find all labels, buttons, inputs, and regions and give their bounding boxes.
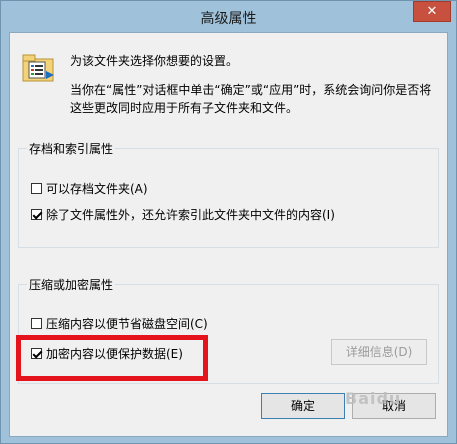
encrypt-checkbox-label: 加密内容以便保护数据(E) xyxy=(46,346,183,361)
index-checkbox-label: 除了文件属性外，还允许索引此文件夹中文件的内容(I) xyxy=(46,207,335,222)
encrypt-checkbox-row[interactable]: 加密内容以便保护数据(E) xyxy=(31,344,183,362)
advanced-attributes-dialog: 高级属性 ✕ 为该文件夹选择你想要的设置。 当你在“属性”对话框中单击“确定”或… xyxy=(0,0,457,444)
compress-checkbox-label: 压缩内容以便节省磁盘空间(C) xyxy=(46,316,208,331)
archive-checkbox[interactable] xyxy=(31,182,42,194)
compress-encrypt-group-title: 压缩或加密属性 xyxy=(27,276,116,293)
intro-line-1: 为该文件夹选择你想要的设置。 xyxy=(70,54,239,68)
close-button[interactable]: ✕ xyxy=(413,1,451,22)
folder-settings-icon xyxy=(22,54,54,82)
dialog-title: 高级属性 xyxy=(200,11,257,27)
intro-line-2: 当你在“属性”对话框中单击“确定”或“应用”时，系统会询问你是否将这些更改同时应… xyxy=(70,83,432,115)
compress-checkbox-row[interactable]: 压缩内容以便节省磁盘空间(C) xyxy=(31,314,208,332)
archive-index-group: 存档和索引属性 可以存档文件夹(A) 除了文件属性外，还允许索引此文件夹中文件的… xyxy=(18,140,439,248)
title-bar[interactable]: 高级属性 ✕ xyxy=(1,1,456,32)
archive-index-group-title: 存档和索引属性 xyxy=(27,140,116,157)
dialog-body: 为该文件夹选择你想要的设置。 当你在“属性”对话框中单击“确定”或“应用”时，系… xyxy=(9,32,448,437)
details-button[interactable]: 详细信息(D) xyxy=(331,339,427,365)
encrypt-checkbox[interactable] xyxy=(31,347,42,359)
index-checkbox-row[interactable]: 除了文件属性外，还允许索引此文件夹中文件的内容(I) xyxy=(31,205,335,223)
compress-checkbox[interactable] xyxy=(31,317,42,329)
compress-encrypt-group: 压缩或加密属性 压缩内容以便节省磁盘空间(C) 加密内容以便保护数据(E) 详细… xyxy=(18,276,439,384)
index-checkbox[interactable] xyxy=(31,208,42,220)
ok-button[interactable]: 确定 xyxy=(261,393,345,419)
archive-checkbox-row[interactable]: 可以存档文件夹(A) xyxy=(31,179,148,197)
watermark-text: Baidu xyxy=(345,389,402,408)
intro-text: 为该文件夹选择你想要的设置。 当你在“属性”对话框中单击“确定”或“应用”时，系… xyxy=(70,53,440,117)
archive-checkbox-label: 可以存档文件夹(A) xyxy=(46,181,148,196)
